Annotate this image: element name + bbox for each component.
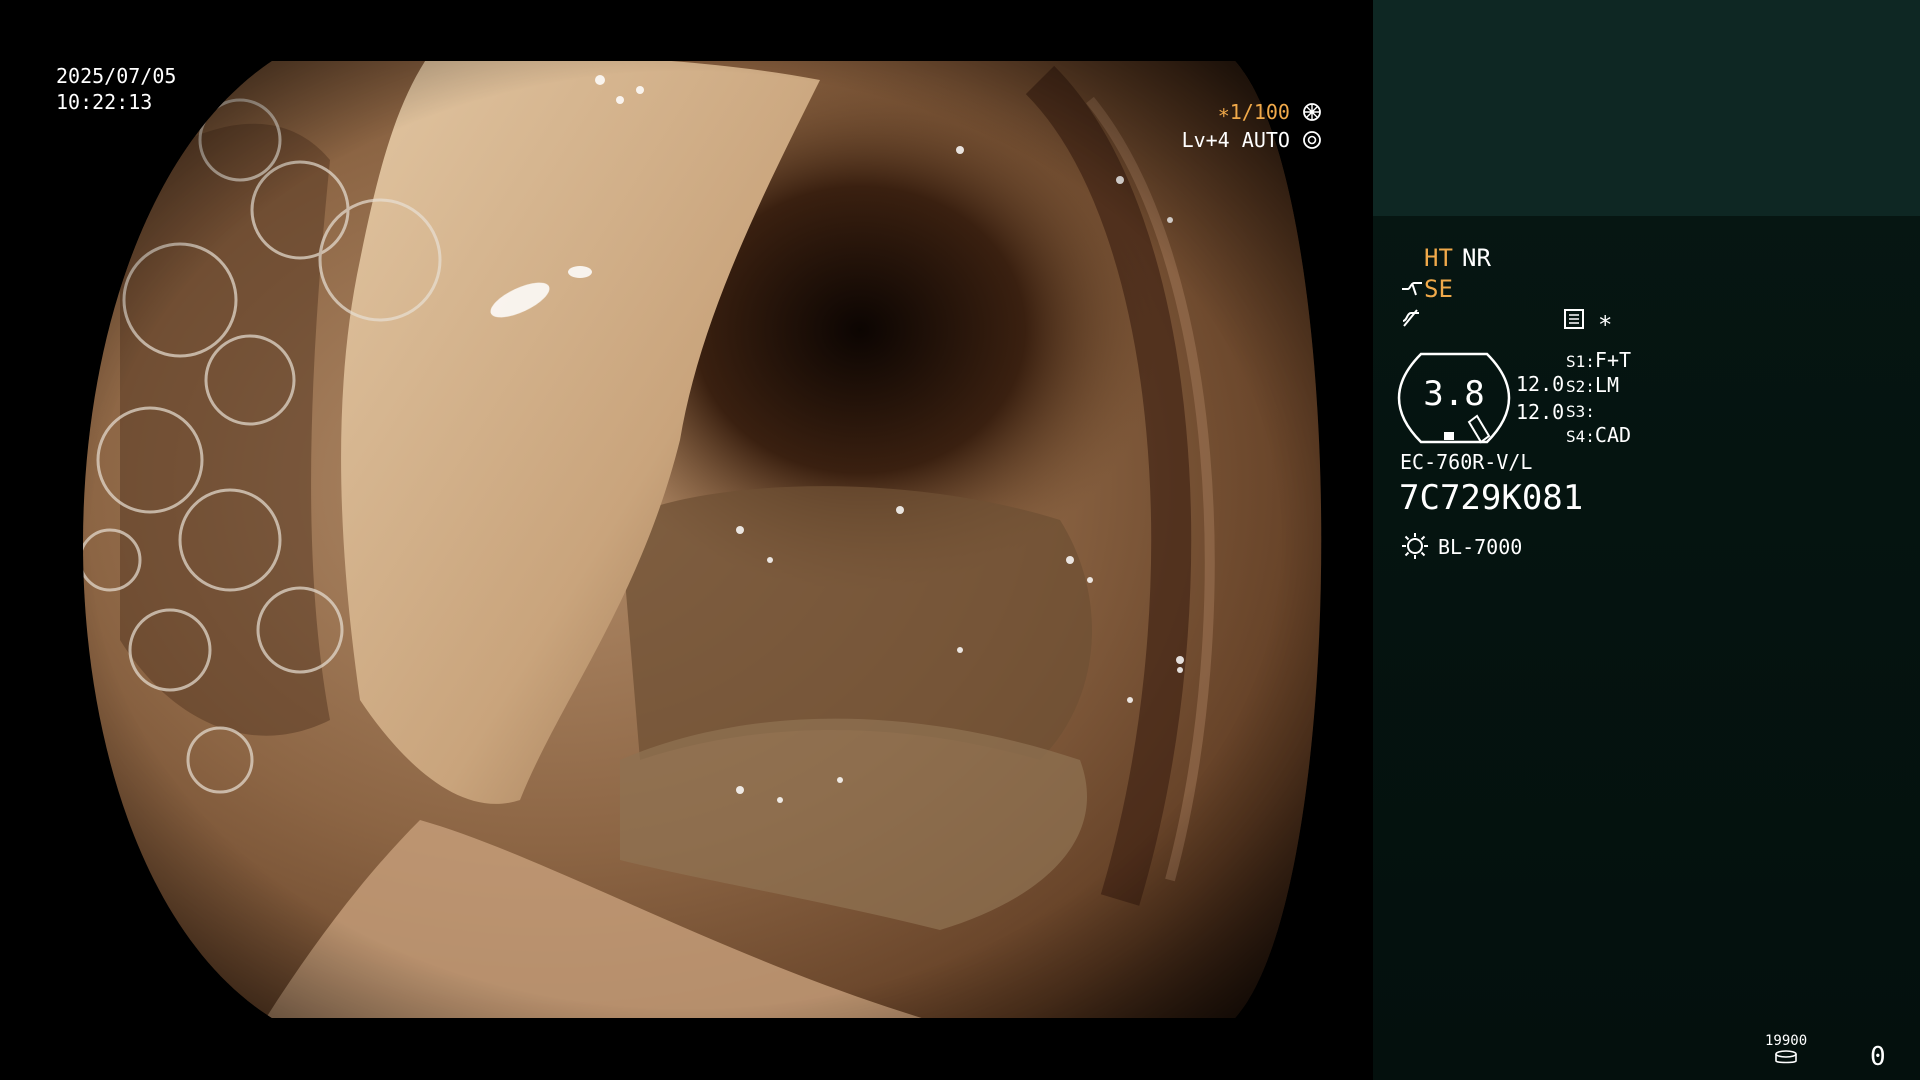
switch-list: S1:F+T S2:LM S3: S4:CAD	[1566, 348, 1631, 448]
info-panel: HT NR SE ∗ 3.8 12.0 12.0 S1:F+T S2:LM S3…	[1373, 0, 1920, 1080]
iris-mode: AUTO	[1241, 128, 1290, 152]
filter-off-icon	[1400, 307, 1422, 335]
switch-s2: S2:LM	[1566, 373, 1631, 398]
brightness-level: Lv+4	[1181, 128, 1230, 152]
endoscope-viewport: 2025/07/05 10:22:13 ∗1/100 Lv+4 AUTO	[0, 0, 1372, 1080]
gauge-octagon: 3.8	[1397, 352, 1511, 444]
aperture-icon	[1302, 102, 1322, 128]
light-source-model: BL-7000	[1438, 535, 1523, 559]
asterisk-indicator: ∗	[1598, 306, 1613, 334]
se-label: SE	[1424, 275, 1453, 303]
shutter-speed: ∗1/100	[1217, 100, 1290, 124]
switch-key: S2:	[1566, 377, 1595, 396]
memo-icon	[1563, 308, 1585, 336]
iris-readout: Lv+4 AUTO	[1182, 127, 1322, 156]
time-readout: 10:22:13	[56, 90, 153, 114]
switch-value: CAD	[1594, 423, 1632, 447]
date-readout: 2025/07/05	[56, 64, 177, 88]
ht-label: HT	[1424, 244, 1453, 272]
switch-key: S1:	[1566, 352, 1595, 371]
iris-icon	[1302, 130, 1322, 156]
switch-value: LM	[1594, 373, 1619, 397]
storage-counter-value: 0	[1870, 1042, 1886, 1072]
enhance-curve-icon	[1400, 277, 1424, 305]
storage-icon	[1773, 1050, 1799, 1070]
storage-counter-label: 19900	[1765, 1033, 1808, 1049]
switch-key: S3:	[1566, 402, 1595, 421]
scope-model: EC-760R-V/L	[1400, 450, 1533, 474]
gauge-value: 3.8	[1423, 374, 1485, 414]
shutter-readout: ∗1/100	[1218, 99, 1322, 128]
switch-s3: S3:	[1566, 398, 1631, 423]
endoscopic-image	[83, 61, 1322, 1018]
scope-serial: 7C729K081	[1399, 478, 1584, 518]
light-source-icon	[1400, 531, 1430, 567]
info-panel-header-area	[1373, 0, 1920, 216]
value-bottom: 12.0	[1516, 400, 1565, 424]
switch-value: F+T	[1594, 348, 1632, 372]
switch-s1: S1:F+T	[1566, 348, 1631, 373]
nr-label: NR	[1462, 244, 1491, 272]
switch-s4: S4:CAD	[1566, 423, 1631, 448]
value-top: 12.0	[1516, 372, 1565, 396]
switch-key: S4:	[1566, 427, 1595, 446]
